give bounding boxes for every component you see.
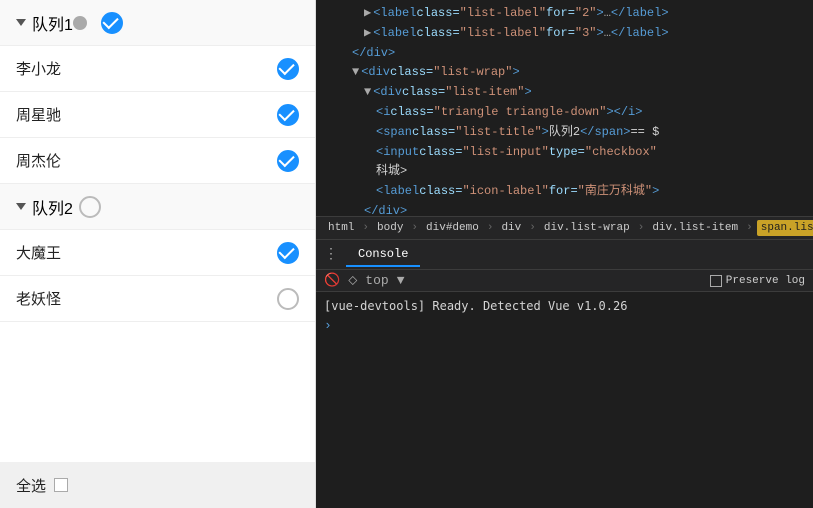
console-prompt[interactable]: › [324, 316, 805, 335]
expand-arrow-4[interactable]: ▼ [352, 63, 359, 83]
dropdown-icon[interactable]: ▼ [397, 273, 405, 288]
expand-arrow-1[interactable]: ▶ [364, 4, 371, 24]
group2-triangle-icon [16, 203, 26, 210]
breadcrumb-body[interactable]: body [373, 220, 407, 236]
item-label-zhouxingchi: 周星驰 [16, 104, 277, 125]
code-line-10: <label class="icon-label" for="南庄万科城" > [316, 182, 813, 202]
code-line-7: <span class="list-title" > 队列2 </span> =… [316, 123, 813, 143]
top-label[interactable]: top [365, 273, 388, 288]
console-tab-bar: ⋮ Console [316, 240, 813, 270]
item-label-damowang: 大魔王 [16, 242, 277, 263]
devtools-code-area: ▶ <label class="list-label" for="2" > … … [316, 0, 813, 216]
list-item-zhoujaielun[interactable]: 周杰伦 [0, 138, 315, 184]
preserve-log-label: Preserve log [726, 275, 805, 287]
group2-label: 队列2 [32, 195, 73, 219]
devtools-panel: ▶ <label class="list-label" for="2" > … … [316, 0, 813, 508]
group2-checkbox[interactable] [79, 196, 101, 218]
preserve-log-group: Preserve log [710, 275, 805, 287]
console-message-1: [vue-devtools] Ready. Detected Vue v1.0.… [324, 296, 805, 316]
code-line-11: </div> [316, 202, 813, 216]
tab-console[interactable]: Console [346, 243, 420, 267]
list-item-laoyaoguai[interactable]: 老妖怪 [0, 276, 315, 322]
list-item-zhouxingchi[interactable]: 周星驰 [0, 92, 315, 138]
group1-header[interactable]: 队列1 [0, 0, 315, 46]
expand-arrow-2[interactable]: ▶ [364, 24, 371, 44]
filter-icon[interactable]: ⬦ [348, 273, 357, 288]
item-checkbox-zhouxingchi[interactable] [277, 104, 299, 126]
breadcrumb-div[interactable]: div [497, 220, 525, 236]
item-checkbox-damowang[interactable] [277, 242, 299, 264]
list-item-lixiaolong[interactable]: 李小龙 [0, 46, 315, 92]
left-panel: 队列1 李小龙 周星驰 周杰伦 队列2 大魔王 老妖怪 全选 [0, 0, 316, 508]
code-line-6: <i class="triangle triangle-down" ></i> [316, 103, 813, 123]
select-all-checkbox[interactable] [54, 478, 68, 492]
list-item-damowang[interactable]: 大魔王 [0, 230, 315, 276]
item-label-lixiaolong: 李小龙 [16, 58, 277, 79]
code-line-2: ▶ <label class="list-label" for="3" > … … [316, 24, 813, 44]
code-line-5: ▼ <div class="list-item" > [316, 83, 813, 103]
group1-label: 队列1 [32, 11, 73, 35]
breadcrumb-bar: html › body › div#demo › div › div.list-… [316, 216, 813, 240]
preserve-log-checkbox[interactable] [710, 275, 722, 287]
code-line-3: </div> [316, 44, 813, 64]
breadcrumb-html[interactable]: html [324, 220, 358, 236]
breadcrumb-divlistwrap[interactable]: div.list-wrap [540, 220, 634, 236]
group1-checkbox[interactable] [101, 12, 123, 34]
code-line-9: 科城> [316, 162, 813, 182]
expand-arrow-5[interactable]: ▼ [364, 83, 371, 103]
menu-dots-icon[interactable]: ⋮ [324, 246, 338, 263]
select-all-row[interactable]: 全选 [0, 462, 315, 508]
code-line-1: ▶ <label class="list-label" for="2" > … … [316, 4, 813, 24]
console-output: [vue-devtools] Ready. Detected Vue v1.0.… [316, 292, 813, 508]
code-line-4: ▼ <div class="list-wrap" > [316, 63, 813, 83]
breadcrumb-divdemo[interactable]: div#demo [422, 220, 483, 236]
group1-bullet [73, 16, 87, 30]
code-line-8: <input class="list-input" type="checkbox… [316, 143, 813, 163]
item-checkbox-laoyaoguai[interactable] [277, 288, 299, 310]
group2-header[interactable]: 队列2 [0, 184, 315, 230]
item-checkbox-zhoujaielun[interactable] [277, 150, 299, 172]
breadcrumb-spanlist[interactable]: span.list- [757, 220, 813, 236]
item-checkbox-lixiaolong[interactable] [277, 58, 299, 80]
item-label-laoyaoguai: 老妖怪 [16, 288, 277, 309]
item-label-zhoujaielun: 周杰伦 [16, 150, 277, 171]
no-entry-icon[interactable]: 🚫 [324, 273, 340, 288]
select-all-label: 全选 [16, 475, 46, 496]
breadcrumb-divlistitem[interactable]: div.list-item [648, 220, 742, 236]
group1-triangle-icon [16, 19, 26, 26]
console-toolbar: 🚫 ⬦ top ▼ Preserve log [316, 270, 813, 292]
